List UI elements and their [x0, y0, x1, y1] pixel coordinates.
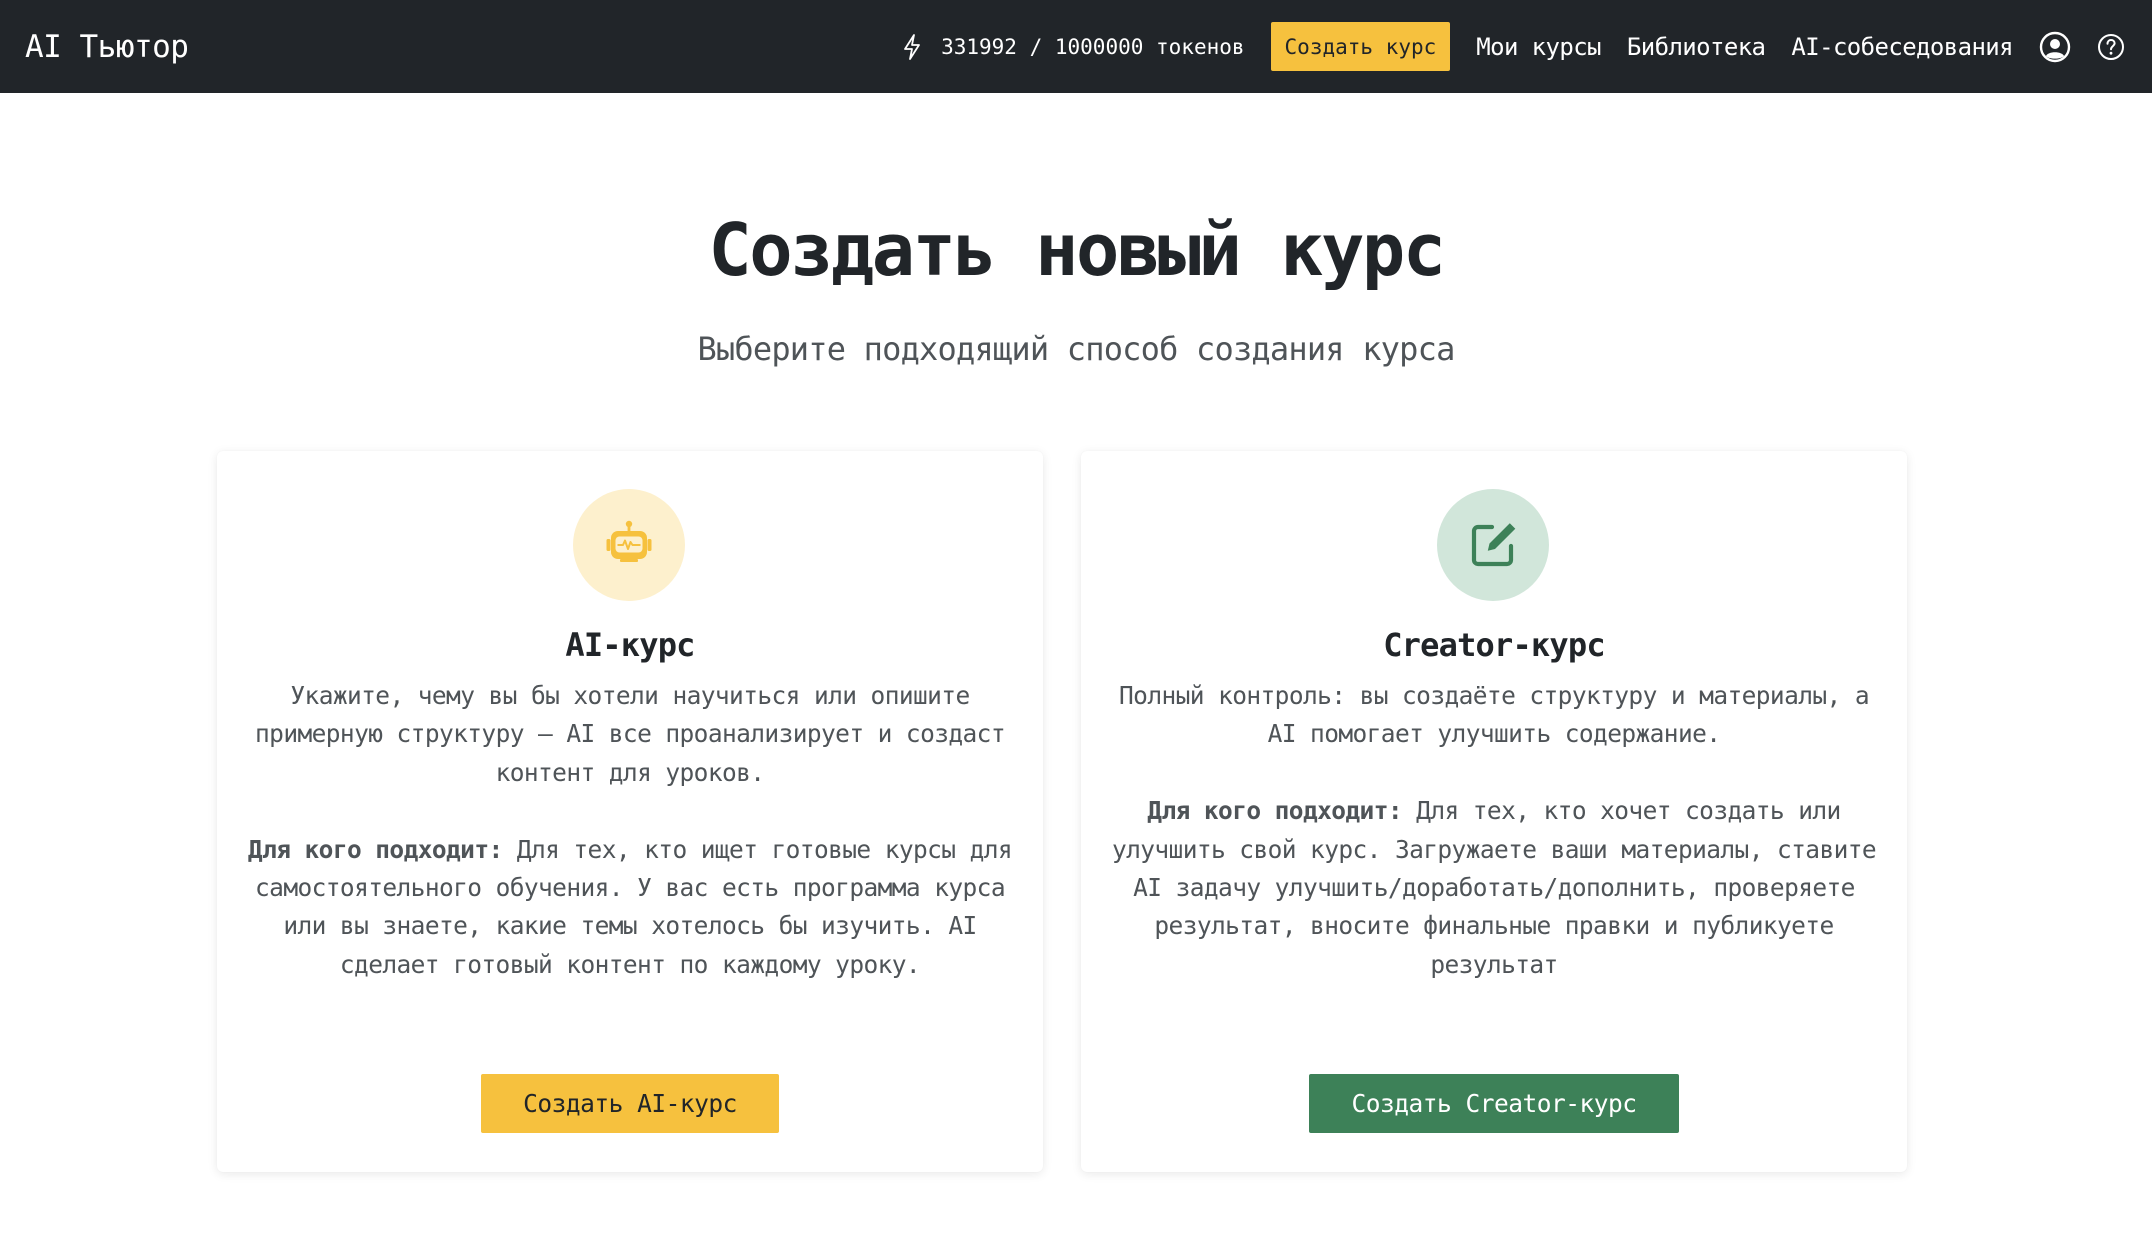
- ai-course-card: AI-курс Укажите, чему вы бы хотели научи…: [217, 451, 1043, 1172]
- create-course-button[interactable]: Создать курс: [1270, 22, 1451, 71]
- description-text: Полный контроль: вы создаёте структуру и…: [1119, 681, 1870, 749]
- card-title: Creator-курс: [1383, 626, 1605, 664]
- page-subtitle: Выберите подходящий способ создания курс…: [697, 330, 1455, 368]
- navbar: AI Тьютор 331992 / 1000000 токенов Созда…: [0, 0, 2152, 93]
- page-title: Создать новый курс: [708, 208, 1446, 292]
- audience-label: Для кого подходит:: [247, 834, 503, 864]
- navbar-right: 331992 / 1000000 токенов Создать курс Мо…: [901, 0, 2127, 93]
- audience-label: Для кого подходит:: [1147, 796, 1403, 826]
- description-text: Укажите, чему вы бы хотели научиться или…: [255, 681, 1006, 787]
- nav-link-library[interactable]: Библиотека: [1627, 33, 1766, 61]
- nav-link-ai-interviews[interactable]: AI-собеседования: [1791, 33, 2013, 61]
- card-description: Укажите, чему вы бы хотели научиться или…: [247, 677, 1013, 984]
- nav-link-my-courses[interactable]: Мои курсы: [1476, 33, 1601, 61]
- user-circle-icon[interactable]: [2039, 31, 2071, 63]
- brand-logo[interactable]: AI Тьютор: [25, 29, 189, 65]
- card-description: Полный контроль: вы создаёте структуру и…: [1111, 677, 1877, 984]
- audience-paragraph: Для кого подходит: Для тех, кто ищет гот…: [247, 831, 1013, 985]
- question-circle-icon[interactable]: [2095, 31, 2127, 63]
- bolt-icon: [901, 33, 923, 61]
- create-creator-course-button[interactable]: Создать Creator-курс: [1309, 1074, 1679, 1133]
- audience-paragraph: Для кого подходит: Для тех, кто хочет со…: [1111, 792, 1877, 984]
- create-ai-course-button[interactable]: Создать AI-курс: [481, 1074, 779, 1133]
- creator-course-card: Creator-курс Полный контроль: вы создаёт…: [1081, 451, 1907, 1172]
- token-count-text: 331992 / 1000000 токенов: [941, 34, 1245, 59]
- robot-icon: [573, 489, 685, 601]
- token-counter: 331992 / 1000000 токенов: [901, 33, 1245, 61]
- edit-icon: [1437, 489, 1549, 601]
- card-title: AI-курс: [565, 626, 695, 664]
